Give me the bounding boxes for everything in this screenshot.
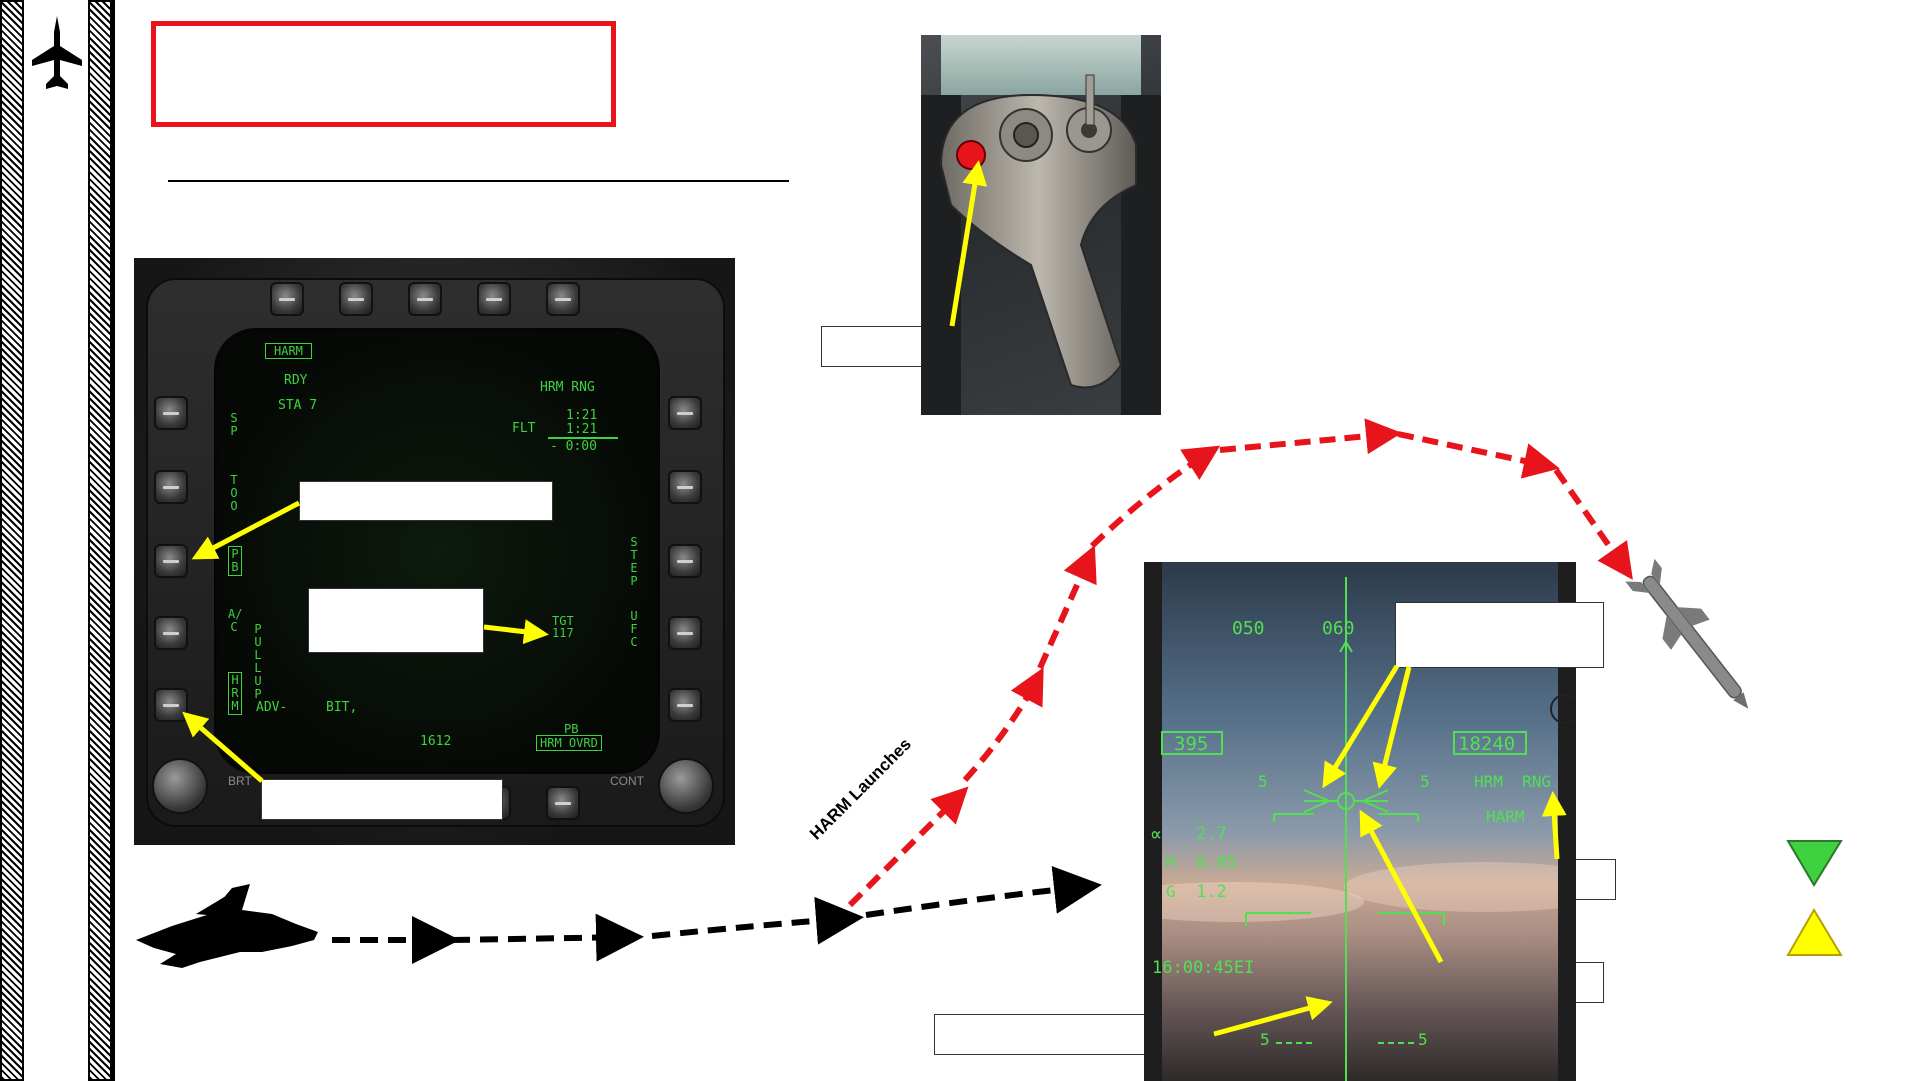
harm-missile-icon [1625, 558, 1749, 709]
flight-diagram [136, 160, 1843, 1037]
triangle-down-icon[interactable] [1786, 840, 1843, 887]
fa18-silhouette-icon [136, 884, 318, 968]
triangle-up-icon[interactable] [1786, 908, 1843, 956]
